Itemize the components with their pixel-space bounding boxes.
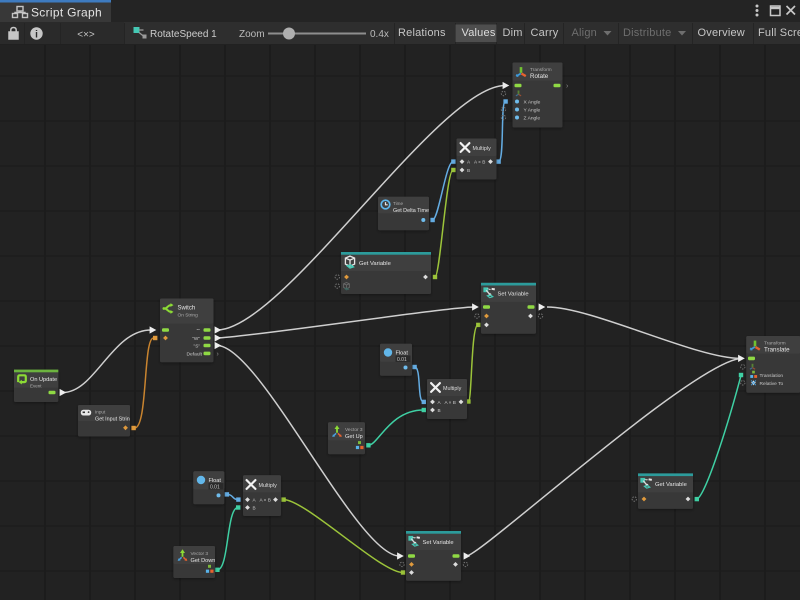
svg-text:Carry: Carry (531, 27, 559, 39)
svg-text:"": "" (197, 328, 201, 333)
svg-text:Dim: Dim (503, 27, 523, 39)
svg-text:Default: Default (187, 352, 203, 358)
svg-text:Z Angle: Z Angle (524, 116, 541, 122)
svg-text:Translate: Translate (764, 347, 790, 354)
svg-text:A × B: A × B (260, 498, 271, 503)
svg-text:Set Variable: Set Variable (498, 292, 529, 298)
svg-text:Transform: Transform (530, 67, 552, 73)
svg-text:0.01: 0.01 (210, 484, 220, 490)
svg-text:Get Variable: Get Variable (359, 261, 391, 267)
svg-text:"S": "S" (194, 344, 201, 349)
svg-text:Get Input Strin: Get Input Strin (95, 416, 130, 422)
svg-text:B: B (438, 408, 441, 413)
svg-text:B: B (467, 168, 470, 173)
svg-text:Event: Event (30, 383, 42, 388)
svg-text:Relative To: Relative To (760, 381, 784, 387)
svg-text:Input: Input (95, 409, 106, 414)
svg-text:"W": "W" (192, 336, 200, 341)
svg-text:Relations: Relations (398, 27, 446, 39)
svg-text:Rotate: Rotate (530, 73, 549, 80)
svg-text:Get Variable: Get Variable (655, 482, 687, 488)
svg-text:A × B: A × B (445, 400, 456, 405)
svg-text:Vector 3: Vector 3 (345, 427, 363, 433)
svg-text:On Update: On Update (30, 377, 57, 383)
svg-text:Multiply: Multiply (473, 146, 492, 152)
svg-text:On String: On String (178, 313, 199, 319)
svg-text:Set Variable: Set Variable (423, 540, 454, 546)
svg-text:0.01: 0.01 (397, 357, 407, 363)
svg-text:Script Graph: Script Graph (31, 6, 102, 20)
svg-text:Time: Time (393, 201, 403, 206)
svg-text:RotateSpeed 1: RotateSpeed 1 (150, 29, 217, 40)
svg-text:Get Delta Time: Get Delta Time (393, 208, 429, 214)
svg-text:Transform: Transform (764, 341, 786, 347)
svg-text:Translation: Translation (760, 373, 784, 379)
svg-text:Get Up: Get Up (345, 434, 363, 440)
svg-text:Full Scre: Full Scre (758, 27, 800, 39)
svg-text:Align: Align (572, 27, 597, 39)
svg-text:B: B (253, 506, 256, 511)
svg-text:Switch: Switch (178, 306, 196, 312)
svg-text:Vector 3: Vector 3 (191, 551, 209, 557)
svg-text:Get Down: Get Down (191, 558, 216, 564)
svg-text:A × B: A × B (474, 160, 485, 165)
svg-text:<×>: <×> (77, 29, 95, 40)
svg-text:Zoom: Zoom (239, 29, 265, 40)
svg-text:Multiply: Multiply (259, 483, 278, 489)
svg-text:Y Angle: Y Angle (524, 108, 541, 114)
svg-text:X Angle: X Angle (524, 100, 541, 106)
svg-text:Overview: Overview (698, 27, 745, 39)
svg-text:Distribute: Distribute (623, 27, 671, 39)
svg-text:Values: Values (462, 27, 496, 39)
svg-text:i: i (35, 29, 38, 40)
svg-text:Multiply: Multiply (443, 386, 462, 392)
svg-text:0.4x: 0.4x (370, 29, 389, 40)
